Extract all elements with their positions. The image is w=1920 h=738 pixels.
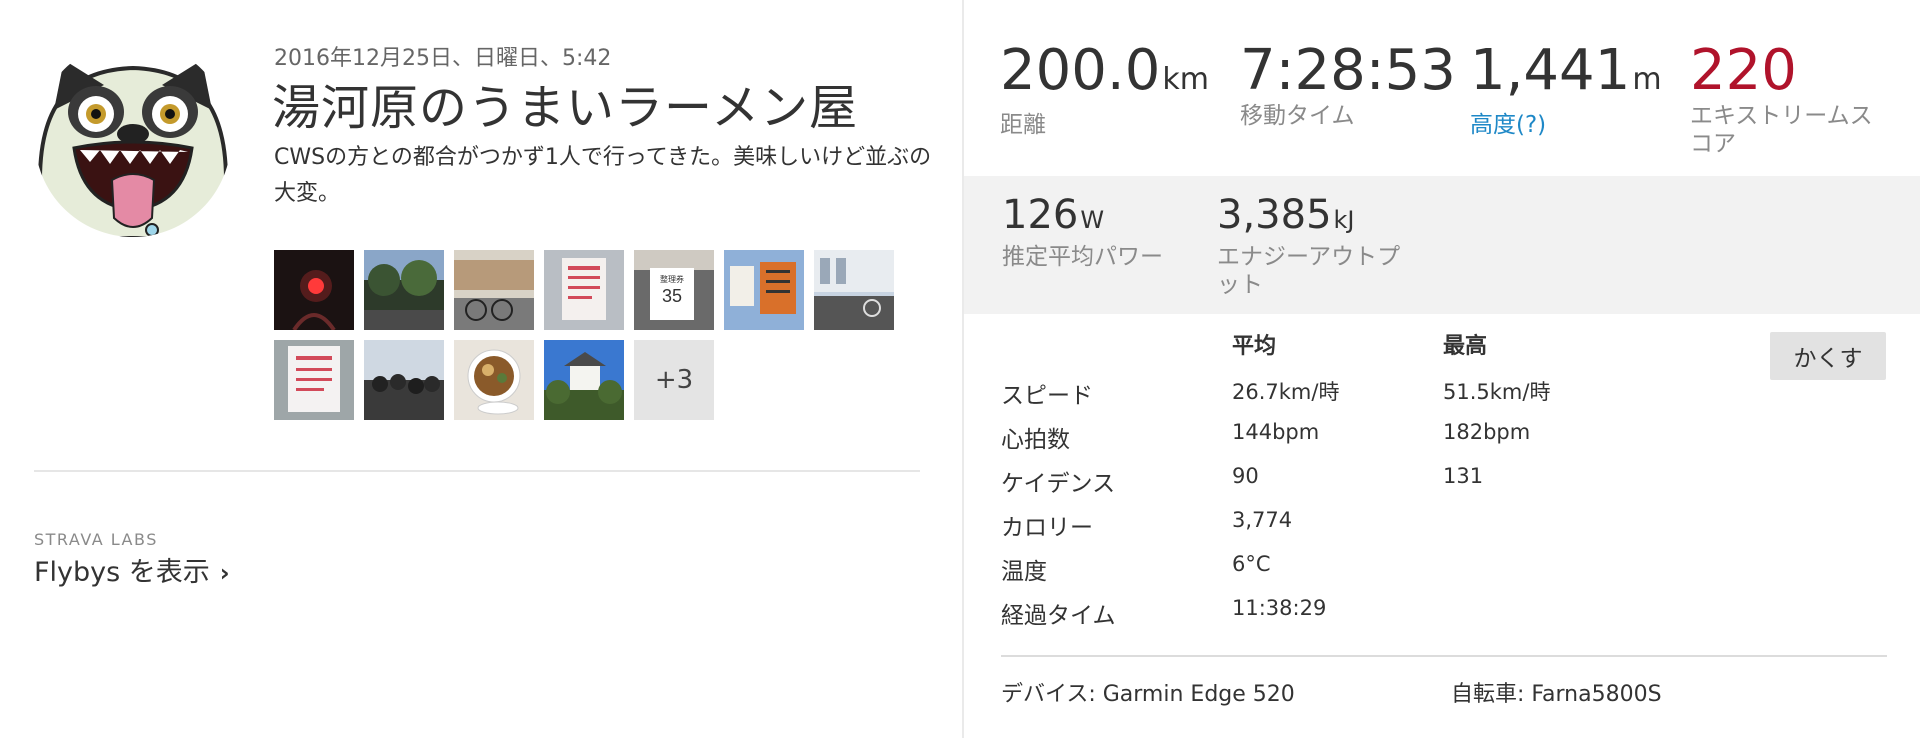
energy-label: エナジーアウトプ ット <box>1217 244 1401 298</box>
table-row: 経過タイム 11:38:29 <box>1001 596 1701 640</box>
row-avg: 11:38:29 <box>1232 596 1327 620</box>
bike-info: 自転車: Farna5800S <box>1451 682 1662 707</box>
stat-energy: 3,385kJ エナジーアウトプ ット <box>1217 192 1400 299</box>
activity-page: 2016年12月25日、日曜日、5:42 湯河原のうまいラーメン屋 CWSの方と… <box>0 0 1920 738</box>
more-photos-button[interactable]: +3 <box>634 340 714 420</box>
flybys-label: Flybys を表示 <box>34 557 210 588</box>
photo-thumb[interactable] <box>814 250 894 330</box>
energy-unit: kJ <box>1333 206 1355 234</box>
stat-distance: 200.0km 距離 <box>1000 40 1209 139</box>
row-avg: 26.7km/時 <box>1232 380 1340 404</box>
row-name: ケイデンス <box>1001 471 1116 497</box>
stat-moving-time: 7:28:53 移動タイム <box>1240 40 1456 130</box>
row-max: 51.5km/時 <box>1443 380 1551 404</box>
table-row: カロリー 3,774 <box>1001 508 1701 552</box>
row-max: 182bpm <box>1443 420 1531 444</box>
moving-time-label: 移動タイム <box>1240 103 1355 129</box>
distance-label: 距離 <box>1000 112 1046 138</box>
flybys-link[interactable]: Flybys を表示 › <box>34 550 230 589</box>
photo-thumb[interactable] <box>544 340 624 420</box>
row-name: 温度 <box>1001 559 1047 585</box>
labs-kicker: STRAVA LABS <box>34 530 158 549</box>
moving-time-value: 7:28:53 <box>1240 38 1456 103</box>
section-divider <box>34 470 920 472</box>
elevation-unit: m <box>1632 62 1662 97</box>
activity-title[interactable]: 湯河原のうまいラーメン屋 <box>272 68 858 138</box>
device-info: デバイス: Garmin Edge 520 <box>1001 682 1295 707</box>
table-row: スピード 26.7km/時 51.5km/時 <box>1001 376 1701 420</box>
photo-thumb[interactable] <box>724 250 804 330</box>
photo-thumb[interactable] <box>364 340 444 420</box>
distance-value: 200.0 <box>1000 38 1161 103</box>
table-row: 温度 6°C <box>1001 552 1701 596</box>
power-unit: W <box>1080 206 1105 234</box>
avatar[interactable] <box>34 40 232 238</box>
suffer-score-label: エキストリームス コア <box>1690 103 1873 157</box>
row-max: 131 <box>1443 464 1484 488</box>
photo-thumb[interactable] <box>454 250 534 330</box>
row-name: スピード <box>1001 383 1093 409</box>
row-avg: 144bpm <box>1232 420 1320 444</box>
chevron-right-icon: › <box>219 559 230 587</box>
row-avg: 90 <box>1232 464 1259 488</box>
power-value: 126 <box>1002 192 1079 238</box>
row-name: 経過タイム <box>1001 603 1116 629</box>
photo-thumb[interactable] <box>274 340 354 420</box>
photo-thumb[interactable] <box>544 250 624 330</box>
photo-thumb[interactable] <box>364 250 444 330</box>
stat-elevation: 1,441m 高度(?) <box>1470 40 1662 139</box>
row-avg: 3,774 <box>1232 508 1293 532</box>
photo-thumb[interactable]: 35 整理券 <box>634 250 714 330</box>
activity-stats: 200.0km 距離 7:28:53 移動タイム 1,441m 高度(?) 22… <box>964 0 1920 738</box>
elevation-value: 1,441 <box>1470 38 1631 103</box>
photo-thumb[interactable] <box>274 250 354 330</box>
row-avg: 6°C <box>1232 552 1271 576</box>
stat-suffer-score: 220 エキストリームス コア <box>1690 40 1873 158</box>
activity-summary: 2016年12月25日、日曜日、5:42 湯河原のうまいラーメン屋 CWSの方と… <box>0 0 962 738</box>
distance-unit: km <box>1162 62 1209 97</box>
photo-thumb[interactable] <box>454 340 534 420</box>
stat-power: 126W 推定平均パワー <box>1002 192 1163 271</box>
hide-button[interactable]: かくす <box>1770 332 1886 380</box>
svg-text:35: 35 <box>662 286 682 306</box>
avatar-dog-icon <box>35 41 231 237</box>
row-name: カロリー <box>1001 515 1093 541</box>
activity-description: CWSの方との都合がつかず1人で行ってきた。美味しいけど並ぶの大変。 <box>274 145 932 206</box>
table-row: 心拍数 144bpm 182bpm <box>1001 420 1701 464</box>
row-name: 心拍数 <box>1001 427 1070 453</box>
energy-value: 3,385 <box>1217 192 1332 238</box>
power-label: 推定平均パワー <box>1002 244 1163 270</box>
header-avg: 平均 <box>1232 334 1277 359</box>
secondary-stats: 126W 推定平均パワー 3,385kJ エナジーアウトプ ット <box>964 176 1920 314</box>
gear-divider <box>1001 655 1887 657</box>
table-row: ケイデンス 90 131 <box>1001 464 1701 508</box>
header-max: 最高 <box>1443 334 1488 359</box>
elevation-help-link[interactable]: 高度(?) <box>1470 111 1662 139</box>
suffer-score-value[interactable]: 220 <box>1690 40 1873 102</box>
svg-text:整理券: 整理券 <box>660 274 684 284</box>
